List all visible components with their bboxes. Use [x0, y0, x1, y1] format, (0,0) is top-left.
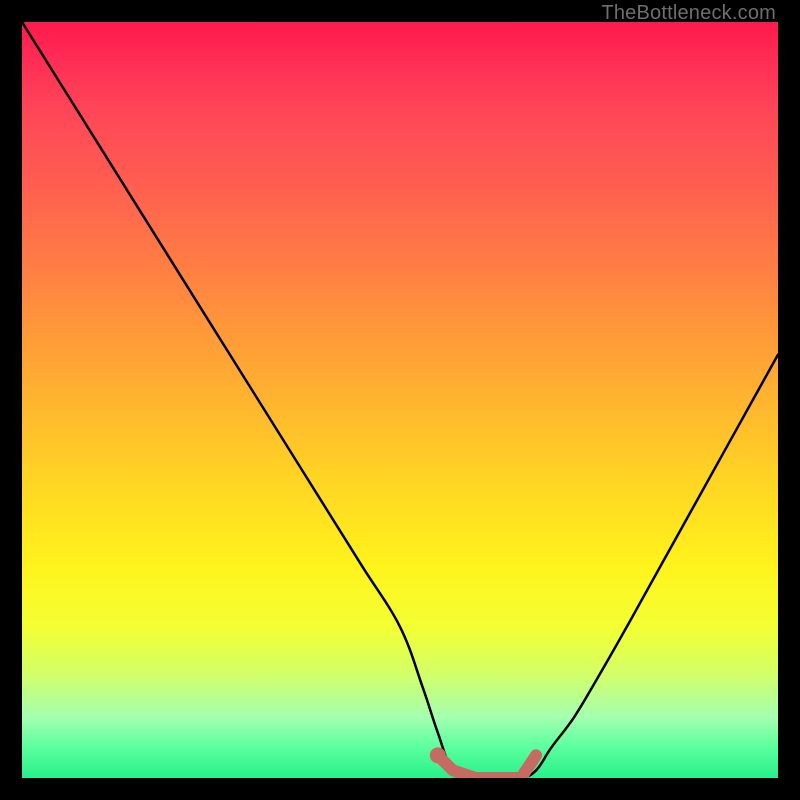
chart-frame — [0, 0, 800, 800]
attribution-text: TheBottleneck.com — [601, 2, 776, 25]
